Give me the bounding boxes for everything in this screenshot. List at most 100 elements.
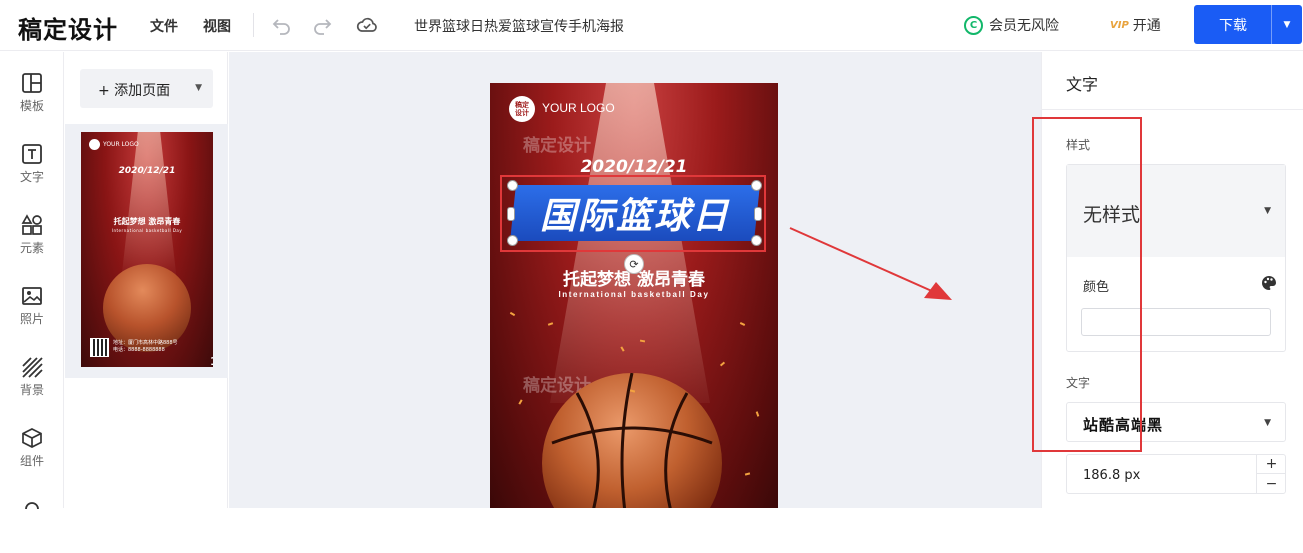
annotation-arrow bbox=[789, 227, 952, 300]
rail-item-more[interactable] bbox=[0, 497, 64, 553]
font-family-select[interactable]: 站酷高端黑 ▼ bbox=[1066, 402, 1286, 442]
chevron-down-icon: ▼ bbox=[1264, 418, 1271, 428]
confetti bbox=[744, 472, 751, 476]
color-field[interactable] bbox=[1081, 308, 1271, 336]
resize-handle[interactable] bbox=[751, 180, 762, 191]
props-title: 文字 bbox=[1066, 75, 1099, 94]
resize-handle[interactable] bbox=[754, 207, 762, 221]
cube-icon bbox=[22, 428, 42, 448]
thumb-basketball bbox=[103, 264, 191, 352]
rail-item-text[interactable]: 文字 bbox=[0, 143, 64, 199]
resize-handle[interactable] bbox=[507, 180, 518, 191]
image-icon bbox=[22, 287, 42, 305]
selection-highlight bbox=[500, 175, 766, 252]
watermark: 稿定设计 bbox=[523, 136, 591, 156]
basketball-image[interactable] bbox=[542, 372, 722, 508]
download-button-group: 下载 ▼ bbox=[1194, 5, 1302, 44]
page-thumbnail: YOUR LOGO 2020/12/21 托起梦想 激昂青春 Internati… bbox=[81, 132, 213, 367]
basketball-seams bbox=[551, 372, 713, 508]
resize-handle[interactable] bbox=[507, 235, 518, 246]
download-button[interactable]: 下载 bbox=[1194, 5, 1272, 44]
poster-logo-text[interactable]: YOUR LOGO bbox=[542, 101, 615, 115]
member-c-icon: C bbox=[964, 15, 983, 35]
thumb-address: 地址：厦门市高林中路888号 电话：8888-8888888 bbox=[113, 340, 178, 354]
props-header: 文字 bbox=[1042, 52, 1303, 110]
confetti bbox=[755, 411, 760, 417]
thumb-english: International basketball Day bbox=[111, 228, 183, 233]
open-label: 开通 bbox=[1132, 18, 1161, 34]
rail-label: 元素 bbox=[19, 241, 44, 255]
menu-view[interactable]: 视图 bbox=[203, 16, 231, 36]
shapes-icon bbox=[21, 214, 42, 235]
thumb-phone-line: 电话：8888-8888888 bbox=[113, 347, 165, 353]
menu-file[interactable]: 文件 bbox=[150, 16, 178, 36]
font-section-label: 文字 bbox=[1066, 376, 1091, 390]
confetti bbox=[719, 361, 726, 367]
rail-item-template[interactable]: 模板 bbox=[0, 72, 64, 128]
layout-icon bbox=[22, 73, 42, 93]
confetti bbox=[547, 322, 554, 326]
vip-icon: VIP bbox=[1110, 19, 1129, 31]
poster-artboard[interactable]: 稿定 设计 YOUR LOGO 稿定设计 2020/12/21 托起梦想 激昂青… bbox=[490, 83, 778, 508]
poster-logo-mark[interactable]: 稿定 设计 bbox=[509, 96, 535, 122]
decrease-size-button[interactable]: − bbox=[1256, 474, 1286, 493]
more-icon bbox=[25, 502, 39, 509]
confetti bbox=[739, 322, 746, 326]
page-number: 1 bbox=[210, 355, 213, 367]
qr-code bbox=[90, 338, 109, 357]
background-icon bbox=[22, 357, 43, 378]
chevron-down-icon[interactable]: ▼ bbox=[195, 83, 202, 93]
font-size-value[interactable]: 186.8 px bbox=[1083, 468, 1140, 483]
member-label: 会员无风险 bbox=[989, 18, 1059, 34]
page-thumbnail-card[interactable]: YOUR LOGO 2020/12/21 托起梦想 激昂青春 Internati… bbox=[65, 124, 228, 378]
poster-date[interactable]: 2020/12/21 bbox=[490, 157, 778, 177]
confetti bbox=[518, 399, 523, 405]
thumb-logo: YOUR LOGO bbox=[89, 139, 139, 150]
properties-panel: 文字 样式 无样式 ▼ 颜色 文字 站酷高端黑 ▼ 186.8 px + − bbox=[1041, 52, 1303, 508]
resize-handle[interactable] bbox=[751, 235, 762, 246]
document-title[interactable]: 世界篮球日热爱篮球宣传手机海报 bbox=[414, 16, 624, 36]
rotate-handle-icon[interactable]: ⟳ bbox=[624, 254, 644, 274]
style-select[interactable]: 无样式 ▼ bbox=[1067, 165, 1285, 257]
text-icon bbox=[22, 144, 42, 164]
rail-label: 组件 bbox=[19, 454, 44, 468]
light-beam bbox=[121, 132, 177, 282]
add-page-label: + 添加页面 bbox=[98, 83, 171, 99]
confetti bbox=[509, 311, 516, 317]
toolbar-divider bbox=[253, 13, 254, 37]
chevron-down-icon: ▼ bbox=[1264, 206, 1271, 216]
rail-label: 照片 bbox=[19, 312, 44, 326]
style-section-label: 样式 bbox=[1066, 138, 1091, 152]
top-bar: 稿定设计 文件 视图 世界篮球日热爱篮球宣传手机海报 C 会员无风险 VIP 开… bbox=[0, 0, 1303, 51]
poster-english[interactable]: International basketball Day bbox=[490, 290, 778, 299]
resize-handle[interactable] bbox=[507, 207, 515, 221]
increase-size-button[interactable]: + bbox=[1256, 455, 1286, 474]
thumb-subtitle: 托起梦想 激昂青春 bbox=[113, 217, 181, 226]
font-family-value: 站酷高端黑 bbox=[1083, 416, 1164, 434]
tool-rail: 模板 文字 元素 照片 背景 组件 bbox=[0, 52, 64, 509]
add-page-button[interactable]: + 添加页面 ▼ bbox=[80, 69, 213, 108]
download-options-chevron-icon[interactable]: ▼ bbox=[1272, 5, 1302, 44]
palette-icon[interactable] bbox=[1261, 275, 1277, 295]
style-card: 无样式 ▼ 颜色 bbox=[1066, 164, 1286, 352]
color-label: 颜色 bbox=[1083, 280, 1110, 295]
rail-item-elements[interactable]: 元素 bbox=[0, 214, 64, 270]
font-size-stepper[interactable]: 186.8 px + − bbox=[1066, 454, 1286, 494]
pages-panel: + 添加页面 ▼ YOUR LOGO 2020/12/21 托起梦想 激昂青春 … bbox=[65, 52, 228, 508]
rail-label: 文字 bbox=[19, 170, 44, 184]
rail-item-background[interactable]: 背景 bbox=[0, 356, 64, 412]
open-vip-button[interactable]: VIP 开通 bbox=[1110, 14, 1161, 36]
style-value: 无样式 bbox=[1083, 204, 1141, 226]
cloud-save-icon[interactable] bbox=[355, 13, 379, 37]
member-guarantee[interactable]: C 会员无风险 bbox=[964, 14, 1059, 36]
thumb-address-line: 地址：厦门市高林中路888号 bbox=[113, 340, 178, 346]
rail-label: 模板 bbox=[19, 99, 44, 113]
thumb-date: 2020/12/21 bbox=[118, 166, 176, 176]
rail-item-components[interactable]: 组件 bbox=[0, 427, 64, 483]
app-logo[interactable]: 稿定设计 bbox=[18, 10, 118, 45]
rail-item-photos[interactable]: 照片 bbox=[0, 285, 64, 341]
redo-icon[interactable] bbox=[310, 13, 334, 37]
rail-label: 背景 bbox=[19, 383, 44, 397]
undo-icon[interactable] bbox=[270, 13, 294, 37]
thumb-logo-text: YOUR LOGO bbox=[103, 141, 139, 148]
